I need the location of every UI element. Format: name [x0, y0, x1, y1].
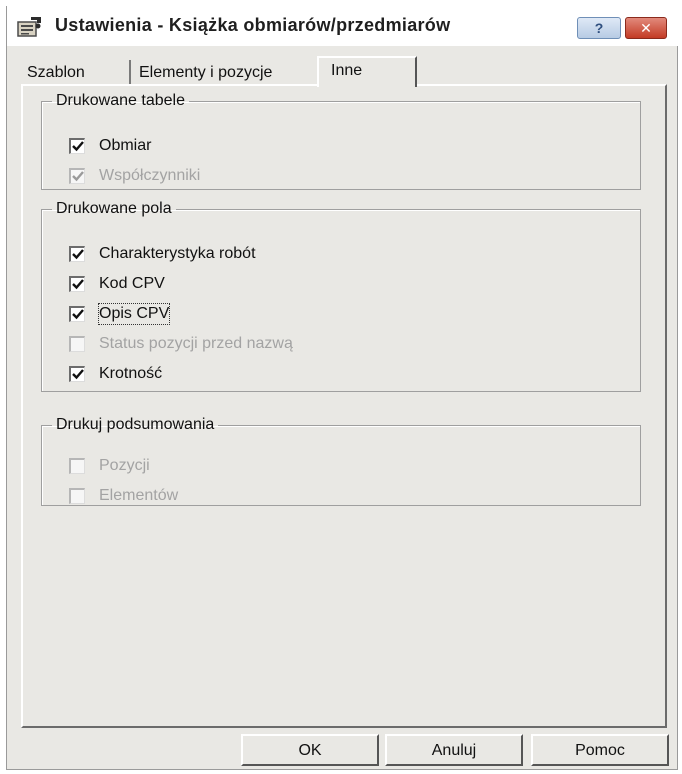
checkbox-label: Pozycji: [99, 457, 150, 474]
window-title: Ustawienia - Książka obmiarów/przedmiaró…: [55, 15, 451, 35]
checkbox-label: Obmiar: [99, 137, 152, 154]
checkmark-icon: [72, 249, 84, 260]
checkbox-label: Status pozycji przed nazwą: [99, 335, 293, 352]
settings-dialog: Ustawienia - Książka obmiarów/przedmiaró…: [6, 6, 679, 770]
checkbox-label: Elementów: [99, 487, 179, 504]
checkbox-box: [69, 168, 85, 184]
title-close-button[interactable]: ✕: [625, 17, 667, 39]
settings-properties-icon: [17, 15, 43, 37]
checkmark-icon: [72, 141, 84, 152]
checkbox-box: [69, 488, 85, 504]
group-legend: Drukuj podsumowania: [56, 416, 215, 433]
title-bar: Ustawienia - Książka obmiarów/przedmiaró…: [7, 6, 679, 46]
checkbox-box[interactable]: [69, 138, 85, 154]
group-legend: Drukowane tabele: [56, 92, 185, 109]
checkmark-icon: [72, 369, 84, 380]
help-button[interactable]: Pomoc: [531, 734, 669, 766]
checkmark-icon: [72, 309, 84, 320]
tab-szablon[interactable]: Szablon: [21, 60, 131, 86]
checkmark-icon: [72, 279, 84, 290]
checkmark-icon: [72, 171, 84, 182]
checkbox-box[interactable]: [69, 306, 85, 322]
tab-elementy-i-pozycje[interactable]: Elementy i pozycje: [131, 60, 317, 86]
checkbox-label: Krotność: [99, 365, 163, 382]
title-help-button[interactable]: ?: [577, 17, 621, 39]
checkbox-box: [69, 458, 85, 474]
checkbox-box[interactable]: [69, 366, 85, 382]
tab-inne[interactable]: Inne: [317, 56, 417, 87]
checkbox-box[interactable]: [69, 276, 85, 292]
cancel-button[interactable]: Anuluj: [385, 734, 523, 766]
ok-button[interactable]: OK: [241, 734, 379, 766]
group-legend: Drukowane pola: [56, 200, 172, 217]
checkbox-label: Kod CPV: [99, 275, 165, 292]
checkbox-box: [69, 336, 85, 352]
checkbox-box[interactable]: [69, 246, 85, 262]
checkbox-label: Współczynniki: [99, 167, 201, 184]
checkbox-label: Opis CPV: [97, 303, 171, 325]
checkbox-label: Charakterystyka robót: [99, 245, 256, 262]
